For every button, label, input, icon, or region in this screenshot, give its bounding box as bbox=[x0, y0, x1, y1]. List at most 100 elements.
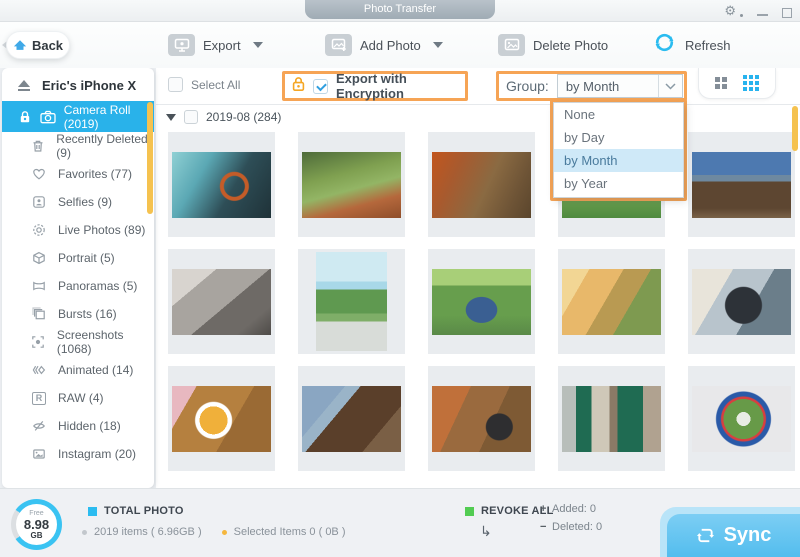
sidebar-item-camera-roll[interactable]: Camera Roll (2019) bbox=[2, 101, 154, 132]
refresh-button[interactable]: Refresh bbox=[652, 31, 731, 59]
selected-bullet-icon bbox=[222, 530, 227, 535]
settings-dot-icon bbox=[740, 14, 743, 17]
annotation-highlight-dropdown: None by Day by Month by Year bbox=[550, 99, 687, 201]
sidebar-item-hidden[interactable]: Hidden (18) bbox=[2, 412, 154, 440]
photo-card[interactable] bbox=[298, 132, 405, 237]
collapse-group-caret-icon[interactable] bbox=[166, 114, 176, 121]
export-label: Export bbox=[203, 38, 241, 53]
photo-card[interactable] bbox=[688, 132, 795, 237]
dropdown-option-by-day[interactable]: by Day bbox=[554, 126, 683, 149]
photo-card[interactable] bbox=[558, 366, 665, 471]
total-photo-block: TOTAL PHOTO 2019 items ( 6.96GB ) Select… bbox=[88, 505, 184, 517]
eject-device-icon[interactable] bbox=[18, 80, 30, 91]
group-label: Group: bbox=[506, 78, 549, 94]
encryption-checkbox[interactable] bbox=[313, 79, 328, 94]
status-bar: Free 8.98 GB TOTAL PHOTO 2019 items ( 6.… bbox=[0, 488, 800, 557]
large-grid-view-icon[interactable] bbox=[715, 77, 727, 89]
delete-photo-icon bbox=[498, 34, 525, 56]
photo-thumbnail bbox=[172, 269, 271, 335]
add-photo-dropdown-caret-icon[interactable] bbox=[433, 42, 443, 48]
items-count-text: 2019 items ( 6.96GB ) bbox=[94, 526, 202, 538]
photo-card[interactable] bbox=[688, 249, 795, 354]
minimize-button[interactable] bbox=[757, 14, 768, 16]
photo-card[interactable] bbox=[428, 132, 535, 237]
photo-thumbnail bbox=[432, 269, 531, 335]
sidebar-item-panoramas[interactable]: Panoramas (5) bbox=[2, 272, 154, 300]
sidebar-item-label: Live Photos (89) bbox=[58, 223, 145, 237]
plus-icon: + bbox=[540, 503, 552, 515]
sidebar-item-bursts[interactable]: Bursts (16) bbox=[2, 300, 154, 328]
dropdown-option-by-year[interactable]: by Year bbox=[554, 172, 683, 195]
photo-card[interactable] bbox=[168, 132, 275, 237]
raw-icon: R bbox=[31, 392, 47, 405]
dropdown-option-by-month[interactable]: by Month bbox=[554, 149, 683, 172]
sidebar-item-recently-deleted[interactable]: Recently Deleted (9) bbox=[2, 132, 154, 160]
photo-card[interactable] bbox=[428, 249, 535, 354]
photo-card[interactable] bbox=[688, 366, 795, 471]
export-monitor-icon bbox=[168, 34, 195, 56]
export-dropdown-caret-icon[interactable] bbox=[253, 42, 263, 48]
encryption-label: Export with Encryption bbox=[336, 71, 465, 101]
export-button[interactable]: Export bbox=[168, 31, 263, 59]
photo-card[interactable] bbox=[298, 366, 405, 471]
photo-card[interactable] bbox=[168, 366, 275, 471]
sync-button-halo: Sync bbox=[660, 507, 800, 557]
delete-photo-button[interactable]: Delete Photo bbox=[498, 31, 608, 59]
screenshot-icon bbox=[31, 335, 46, 349]
sidebar-item-portrait[interactable]: Portrait (5) bbox=[2, 244, 154, 272]
sidebar-item-screenshots[interactable]: Screenshots (1068) bbox=[2, 328, 154, 356]
content-header: Select All Export with Encryption Group:… bbox=[156, 68, 800, 105]
sidebar-item-live-photos[interactable]: Live Photos (89) bbox=[2, 216, 154, 244]
device-header: Eric's iPhone X bbox=[2, 68, 154, 101]
device-name: Eric's iPhone X bbox=[42, 78, 136, 93]
add-photo-button[interactable]: Add Photo bbox=[325, 31, 443, 59]
sync-label: Sync bbox=[724, 524, 772, 547]
sidebar-item-selfies[interactable]: Selfies (9) bbox=[2, 188, 154, 216]
content-area: Select All Export with Encryption Group:… bbox=[156, 68, 800, 488]
settings-gear-icon[interactable]: ⚙ bbox=[724, 2, 736, 20]
small-grid-view-icon[interactable] bbox=[743, 75, 759, 91]
sidebar-item-instagram[interactable]: Instagram (20) bbox=[2, 440, 154, 468]
refresh-icon bbox=[652, 30, 677, 60]
sidebar-item-animated[interactable]: Animated (14) bbox=[2, 356, 154, 384]
select-all-control[interactable]: Select All bbox=[168, 77, 240, 92]
sidebar-item-label: Favorites (77) bbox=[58, 167, 132, 181]
lock-icon bbox=[18, 110, 32, 124]
selfie-person-icon bbox=[31, 195, 47, 209]
sync-summary: +Added: 0 −Deleted: 0 bbox=[540, 503, 602, 533]
photo-thumbnail bbox=[692, 269, 791, 335]
annotation-highlight-encryption: Export with Encryption bbox=[282, 71, 468, 101]
photo-thumbnail bbox=[172, 386, 271, 452]
window-title: Photo Transfer bbox=[305, 0, 495, 19]
sidebar-scrollbar-thumb[interactable] bbox=[147, 102, 153, 214]
group-select-value: by Month bbox=[558, 79, 658, 94]
dropdown-option-none[interactable]: None bbox=[554, 103, 683, 126]
photo-card[interactable] bbox=[558, 249, 665, 354]
photo-card[interactable] bbox=[428, 366, 535, 471]
sidebar-item-label: Screenshots (1068) bbox=[57, 328, 154, 356]
bursts-stack-icon bbox=[31, 307, 47, 321]
photo-thumbnail bbox=[302, 152, 401, 218]
back-button[interactable]: Back bbox=[6, 31, 70, 59]
photo-card[interactable] bbox=[298, 249, 405, 354]
sidebar-item-label: Camera Roll (2019) bbox=[64, 103, 154, 131]
photo-thumbnail bbox=[562, 386, 661, 452]
panorama-icon bbox=[31, 279, 47, 293]
free-value: 8.98 bbox=[24, 518, 49, 531]
group-checkbox[interactable] bbox=[184, 110, 198, 124]
sync-button[interactable]: Sync bbox=[667, 514, 800, 557]
maximize-button[interactable] bbox=[782, 8, 792, 18]
chevron-down-icon[interactable] bbox=[658, 75, 682, 97]
annotation-highlight-group: Group: by Month bbox=[496, 71, 687, 101]
select-all-checkbox[interactable] bbox=[168, 77, 183, 92]
photo-transfer-window: Photo Transfer ⚙ Back Export bbox=[0, 0, 800, 557]
photo-thumbnail bbox=[316, 252, 387, 351]
group-select[interactable]: by Month bbox=[557, 74, 683, 98]
photo-card[interactable] bbox=[168, 249, 275, 354]
photo-thumbnail bbox=[692, 152, 791, 218]
total-photo-bullet-icon bbox=[88, 507, 97, 516]
sidebar-item-favorites[interactable]: Favorites (77) bbox=[2, 160, 154, 188]
content-scrollbar-thumb[interactable] bbox=[792, 106, 798, 151]
sidebar-item-raw[interactable]: R RAW (4) bbox=[2, 384, 154, 412]
group-title: 2019-08 (284) bbox=[206, 110, 281, 124]
